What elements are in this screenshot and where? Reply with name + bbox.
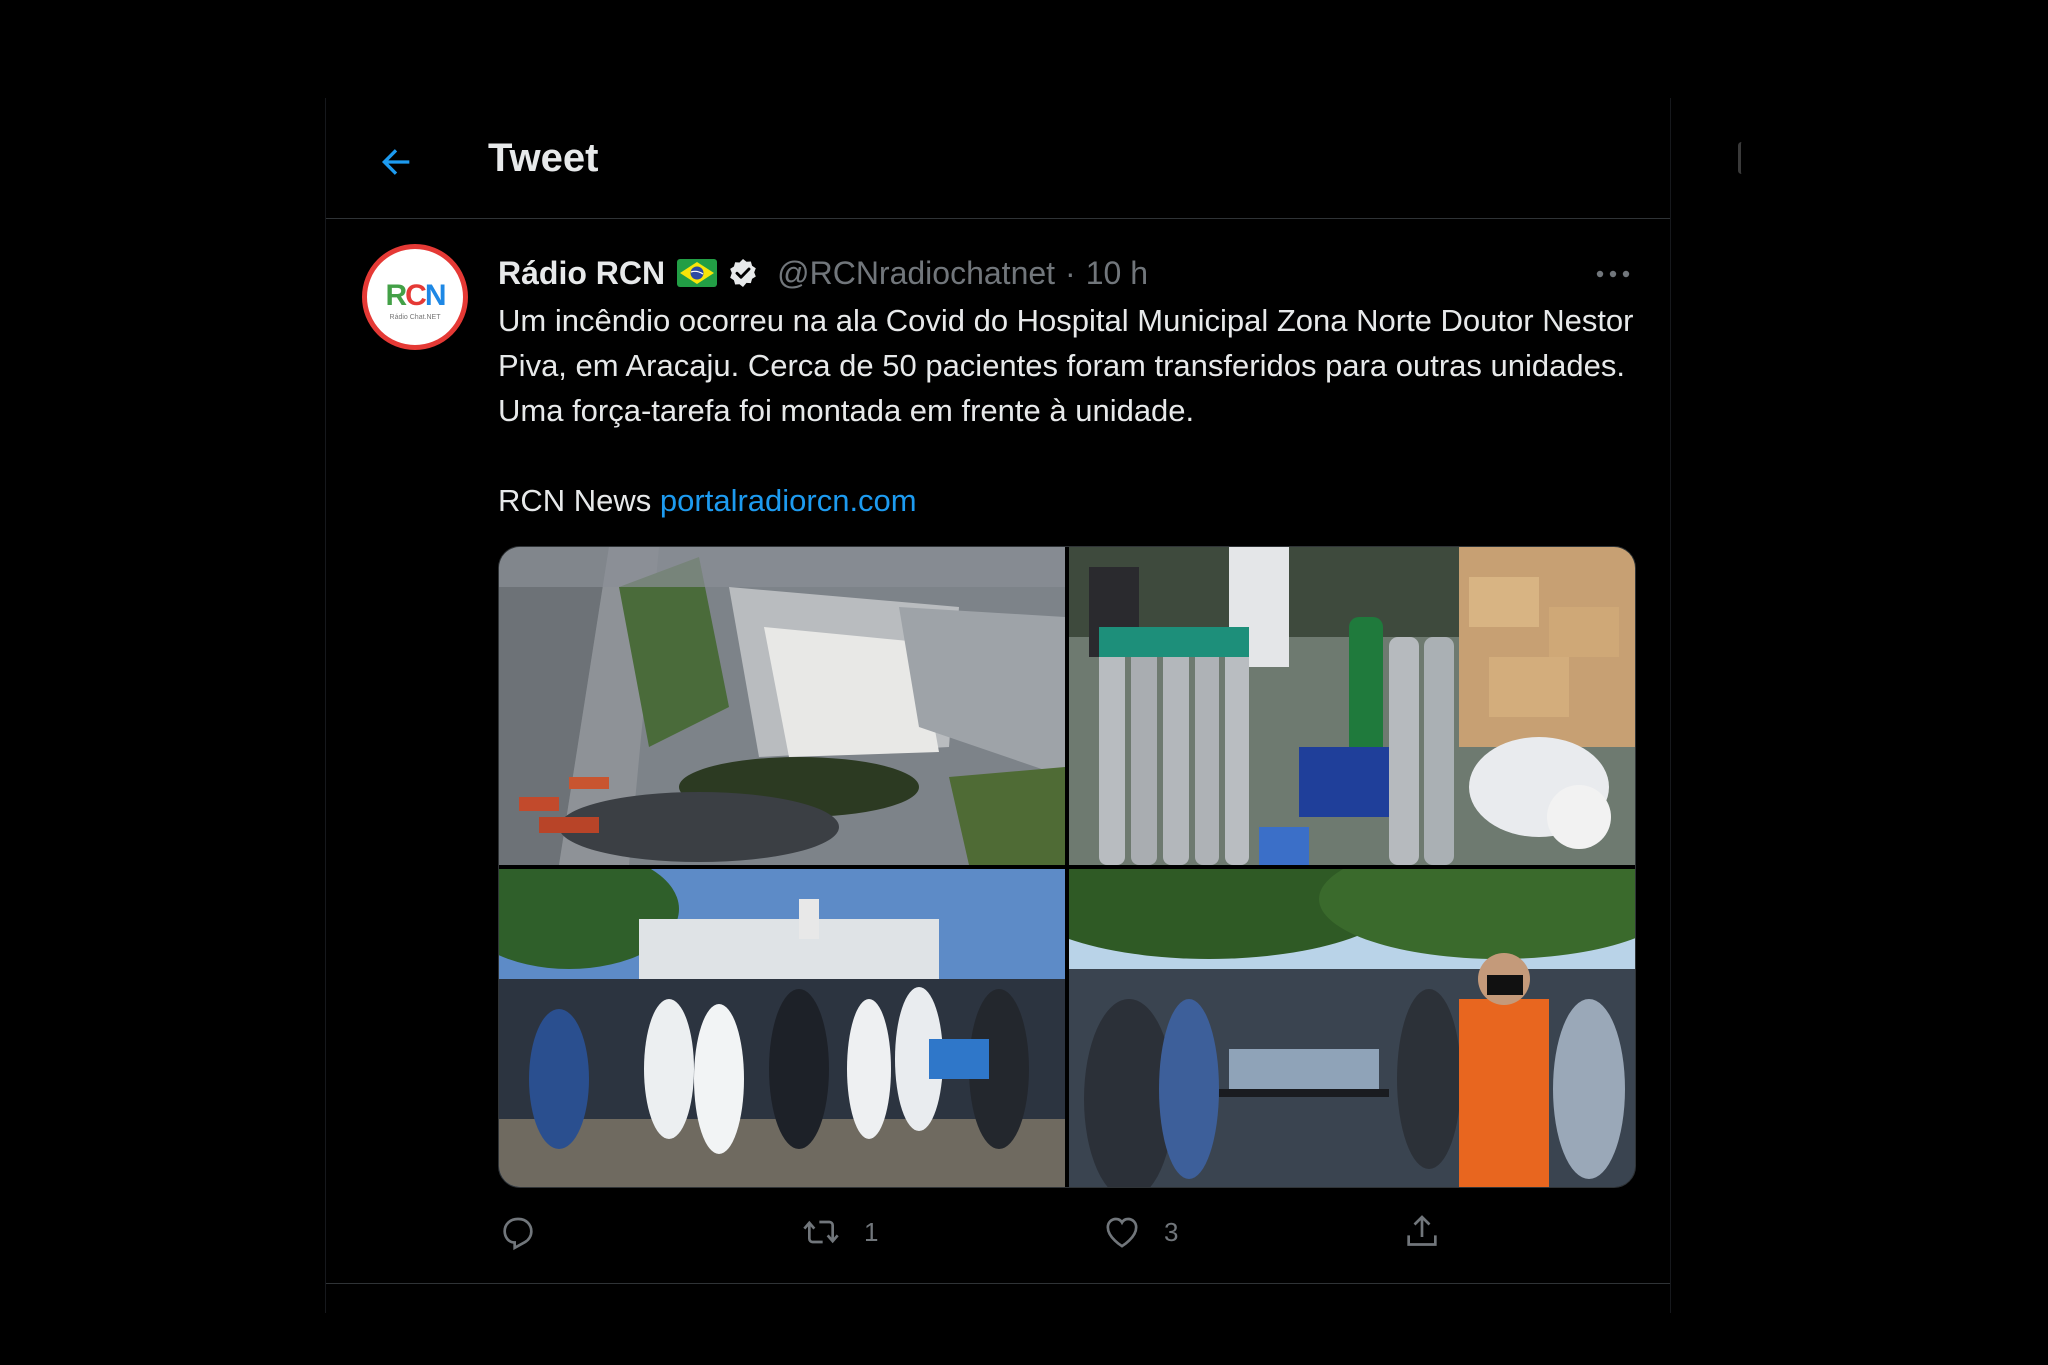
author-name[interactable]: Rádio RCN	[498, 255, 665, 292]
arrow-left-icon	[382, 149, 410, 175]
like-count: 3	[1164, 1216, 1179, 1247]
avatar-subtext: Rádio Chat.NET	[390, 314, 442, 321]
separator-dot: ·	[1065, 254, 1076, 291]
retweet-count: 1	[864, 1216, 879, 1247]
tweet-text: Um incêndio ocorreu na ala Covid do Hosp…	[498, 298, 1638, 523]
tweet-timestamp[interactable]: 10 h	[1086, 255, 1148, 292]
photo-patient-transfer[interactable]	[1069, 869, 1635, 1187]
scrollbar-edge	[1738, 142, 1745, 174]
media-grid	[498, 546, 1636, 1188]
tweet-footer-prefix: RCN News	[498, 483, 660, 518]
reply-button[interactable]	[498, 1212, 560, 1252]
photo-aerial-hospital[interactable]	[499, 547, 1065, 865]
main-column: Tweet RCN Rádio Chat.NET Rádio RCN @RCNr…	[325, 98, 1671, 1313]
back-button[interactable]	[372, 138, 420, 186]
tweet: RCN Rádio Chat.NET Rádio RCN @RCNradioch…	[326, 218, 1670, 1284]
brazil-flag-icon	[677, 259, 718, 287]
photo-medical-staff-crowd[interactable]	[499, 869, 1065, 1187]
like-button[interactable]: 3	[1102, 1212, 1178, 1252]
photo-oxygen-cylinders[interactable]	[1069, 547, 1635, 865]
heart-icon	[1106, 1217, 1138, 1248]
header-bar: Tweet	[326, 98, 1670, 219]
retweet-button[interactable]: 1	[800, 1212, 878, 1252]
tweet-body: Um incêndio ocorreu na ala Covid do Hosp…	[498, 303, 1634, 428]
more-icon	[1596, 270, 1630, 278]
svg-text:RCN: RCN	[385, 279, 444, 312]
avatar[interactable]: RCN Rádio Chat.NET	[362, 244, 468, 350]
share-icon	[1407, 1215, 1437, 1246]
retweet-icon	[803, 1220, 839, 1244]
tweet-link[interactable]: portalradiorcn.com	[660, 483, 917, 518]
more-options-button[interactable]	[1588, 254, 1638, 294]
share-button[interactable]	[1402, 1212, 1442, 1252]
author-handle[interactable]: @RCNradiochatnet	[777, 255, 1055, 292]
tweet-footer: RCN News portalradiorcn.com	[498, 478, 1638, 523]
tweet-actions: 1 3	[498, 1208, 1638, 1268]
verified-badge-icon	[730, 259, 756, 287]
reply-icon	[503, 1217, 533, 1251]
page-title: Tweet	[488, 136, 599, 180]
author-row: Rádio RCN @RCNradiochatnet · 10 h	[498, 248, 1148, 298]
